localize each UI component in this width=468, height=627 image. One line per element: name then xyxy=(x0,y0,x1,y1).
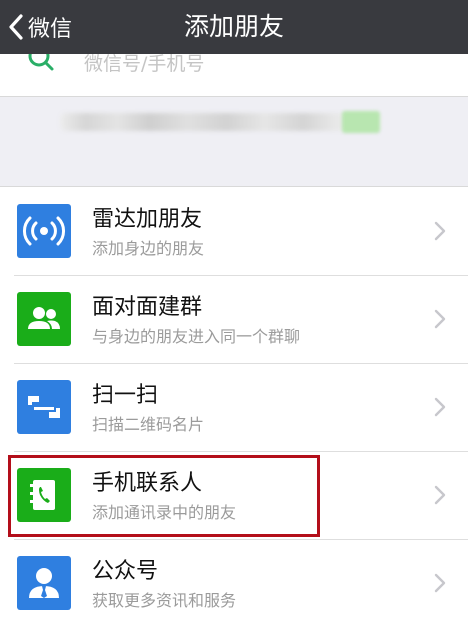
redacted-text xyxy=(60,113,380,131)
menu-item-official-accounts[interactable]: 公众号 获取更多资讯和服务 xyxy=(0,539,468,627)
menu-item-subtitle: 添加通讯录中的朋友 xyxy=(92,503,237,522)
menu-item-title: 雷达加朋友 xyxy=(92,207,203,232)
menu-item-title: 面对面建群 xyxy=(92,295,203,320)
my-account-info-redacted xyxy=(0,97,468,185)
navigation-bar: 微信 添加朋友 xyxy=(0,0,468,54)
menu-item-subtitle: 获取更多资讯和服务 xyxy=(92,591,237,610)
search-bar[interactable] xyxy=(0,54,468,97)
menu-item-title: 手机联系人 xyxy=(92,471,203,496)
menu-item-scan[interactable]: 扫一扫 扫描二维码名片 xyxy=(0,363,468,451)
menu-item-face-to-face-group[interactable]: 面对面建群 与身边的朋友进入同一个群聊 xyxy=(0,275,468,363)
radar-icon xyxy=(17,204,71,258)
chevron-right-icon xyxy=(434,221,446,241)
menu-item-subtitle: 与身边的朋友进入同一个群聊 xyxy=(92,327,301,346)
chevron-left-icon xyxy=(8,13,24,41)
search-icon xyxy=(28,54,56,80)
menu-item-subtitle: 添加身边的朋友 xyxy=(92,239,205,258)
back-button[interactable]: 微信 xyxy=(8,0,72,54)
add-friend-options-list: 雷达加朋友 添加身边的朋友 面对面建群 与身边的朋友进入同一个群聊 扫一扫 扫描… xyxy=(0,186,468,627)
menu-item-subtitle: 扫描二维码名片 xyxy=(92,415,205,434)
chevron-right-icon xyxy=(434,309,446,329)
group-icon xyxy=(17,292,71,346)
official-account-icon xyxy=(17,556,71,610)
menu-item-title: 扫一扫 xyxy=(92,383,159,408)
redacted-highlight xyxy=(342,111,380,133)
chevron-right-icon xyxy=(434,397,446,417)
contacts-book-icon xyxy=(17,468,71,522)
menu-item-radar[interactable]: 雷达加朋友 添加身边的朋友 xyxy=(0,187,468,275)
back-label: 微信 xyxy=(28,17,73,42)
search-input[interactable] xyxy=(84,54,424,76)
menu-item-title: 公众号 xyxy=(92,559,159,584)
chevron-right-icon xyxy=(434,573,446,593)
menu-item-phone-contacts[interactable]: 手机联系人 添加通讯录中的朋友 xyxy=(0,451,468,539)
scan-icon xyxy=(17,380,71,434)
chevron-right-icon xyxy=(434,485,446,505)
